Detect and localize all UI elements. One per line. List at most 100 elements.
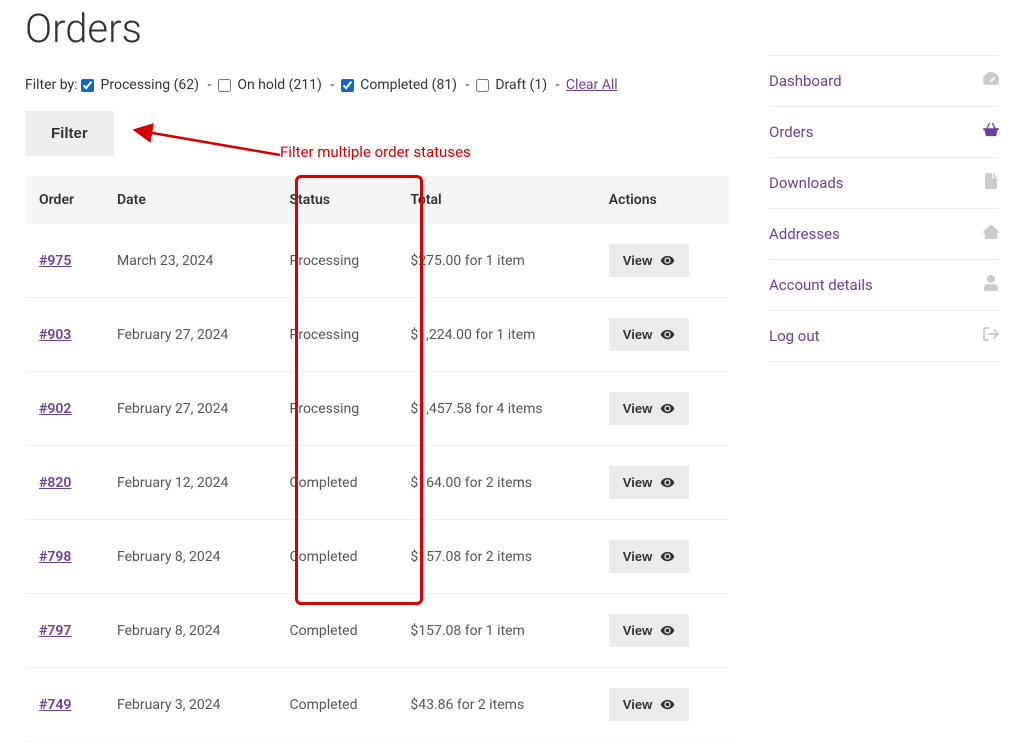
view-button[interactable]: View: [609, 392, 689, 425]
table-header-row: Order Date Status Total Actions: [25, 176, 729, 224]
view-button-label: View: [623, 475, 652, 490]
filter-separator: -: [552, 77, 563, 93]
order-total: $275.00 for 1 item: [396, 224, 594, 298]
sidebar-item-label: Addresses: [769, 225, 840, 243]
orders-table: Order Date Status Total Actions #975 Marc…: [25, 176, 729, 742]
table-row: #820 February 12, 2024Completed$164.00 fo…: [25, 446, 729, 520]
table-row: #903 February 27, 2024Processing$1,224.00…: [25, 298, 729, 372]
col-date: Date: [103, 176, 276, 224]
view-button[interactable]: View: [609, 688, 689, 721]
eye-icon: [660, 549, 675, 564]
order-link[interactable]: #749: [39, 697, 71, 713]
view-button[interactable]: View: [609, 540, 689, 573]
sidebar-item-label: Account details: [769, 276, 873, 294]
filter-button[interactable]: Filter: [25, 111, 114, 156]
clear-all-link[interactable]: Clear All: [566, 77, 618, 93]
order-status: Completed: [276, 668, 397, 742]
filter-option-draft[interactable]: Draft (1): [476, 77, 547, 93]
view-button-label: View: [623, 327, 652, 342]
view-button[interactable]: View: [609, 244, 689, 277]
order-link[interactable]: #798: [39, 549, 71, 565]
sidebar-item-downloads[interactable]: Downloads: [769, 158, 999, 209]
view-button-label: View: [623, 697, 652, 712]
filter-checkbox-processing[interactable]: [81, 79, 94, 92]
order-link[interactable]: #797: [39, 623, 71, 639]
filter-separator: -: [327, 77, 338, 93]
order-link[interactable]: #975: [39, 253, 71, 269]
order-link[interactable]: #902: [39, 401, 71, 417]
view-button-label: View: [623, 253, 652, 268]
order-status: Processing: [276, 372, 397, 446]
filter-separator: -: [204, 77, 215, 93]
order-status: Processing: [276, 224, 397, 298]
eye-icon: [660, 697, 675, 712]
dashboard-icon: [983, 71, 999, 91]
eye-icon: [660, 327, 675, 342]
filter-checkbox-completed[interactable]: [341, 79, 354, 92]
view-button-label: View: [623, 549, 652, 564]
file-icon: [983, 173, 999, 193]
order-date: February 8, 2024: [103, 520, 276, 594]
view-button[interactable]: View: [609, 318, 689, 351]
eye-icon: [660, 623, 675, 638]
col-order: Order: [25, 176, 103, 224]
order-link[interactable]: #903: [39, 327, 71, 343]
filter-by-label: Filter by:: [25, 77, 78, 93]
order-status: Completed: [276, 520, 397, 594]
page-title: Orders: [25, 5, 729, 52]
user-icon: [983, 275, 999, 295]
basket-icon: [983, 122, 999, 142]
order-total: $164.00 for 2 items: [396, 446, 594, 520]
table-row: #798 February 8, 2024Completed$157.08 for…: [25, 520, 729, 594]
order-total: $1,224.00 for 1 item: [396, 298, 594, 372]
order-date: February 27, 2024: [103, 298, 276, 372]
account-sidebar: Dashboard Orders Downloads Addresses Account…: [769, 0, 999, 742]
filter-option-completed[interactable]: Completed (81): [341, 77, 457, 93]
order-total: $157.08 for 1 item: [396, 594, 594, 668]
order-total: $43.86 for 2 items: [396, 668, 594, 742]
eye-icon: [660, 253, 675, 268]
sidebar-item-account-details[interactable]: Account details: [769, 260, 999, 311]
order-link[interactable]: #820: [39, 475, 71, 491]
sidebar-item-log-out[interactable]: Log out: [769, 311, 999, 362]
eye-icon: [660, 475, 675, 490]
sidebar-item-label: Downloads: [769, 174, 844, 192]
logout-icon: [983, 326, 999, 346]
sidebar-item-dashboard[interactable]: Dashboard: [769, 56, 999, 107]
sidebar-item-label: Dashboard: [769, 72, 842, 90]
view-button-label: View: [623, 623, 652, 638]
order-total: $157.08 for 2 items: [396, 520, 594, 594]
view-button[interactable]: View: [609, 614, 689, 647]
order-date: February 27, 2024: [103, 372, 276, 446]
col-status: Status: [276, 176, 397, 224]
home-icon: [983, 224, 999, 244]
filter-checkbox-on-hold[interactable]: [218, 79, 231, 92]
sidebar-item-label: Orders: [769, 123, 814, 141]
order-status: Completed: [276, 446, 397, 520]
order-date: February 12, 2024: [103, 446, 276, 520]
sidebar-item-label: Log out: [769, 327, 820, 345]
sidebar-item-addresses[interactable]: Addresses: [769, 209, 999, 260]
table-row: #797 February 8, 2024Completed$157.08 for…: [25, 594, 729, 668]
order-status: Completed: [276, 594, 397, 668]
annotation-arrow: [125, 115, 285, 165]
filter-option-on-hold[interactable]: On hold (211): [218, 77, 322, 93]
col-actions: Actions: [595, 176, 729, 224]
filter-checkbox-draft[interactable]: [476, 79, 489, 92]
order-date: February 8, 2024: [103, 594, 276, 668]
table-row: #749 February 3, 2024Completed$43.86 for …: [25, 668, 729, 742]
table-row: #902 February 27, 2024Processing$1,457.58…: [25, 372, 729, 446]
col-total: Total: [396, 176, 594, 224]
table-row: #975 March 23, 2024Processing$275.00 for …: [25, 224, 729, 298]
filter-option-processing[interactable]: Processing (62): [81, 77, 199, 93]
view-button-label: View: [623, 401, 652, 416]
annotation-text: Filter multiple order statuses: [280, 143, 471, 161]
filter-by-row: Filter by: Processing (62) - On hold (21…: [25, 77, 729, 93]
sidebar-item-orders[interactable]: Orders: [769, 107, 999, 158]
order-status: Processing: [276, 298, 397, 372]
order-date: March 23, 2024: [103, 224, 276, 298]
view-button[interactable]: View: [609, 466, 689, 499]
order-total: $1,457.58 for 4 items: [396, 372, 594, 446]
order-date: February 3, 2024: [103, 668, 276, 742]
filter-separator: -: [462, 77, 473, 93]
